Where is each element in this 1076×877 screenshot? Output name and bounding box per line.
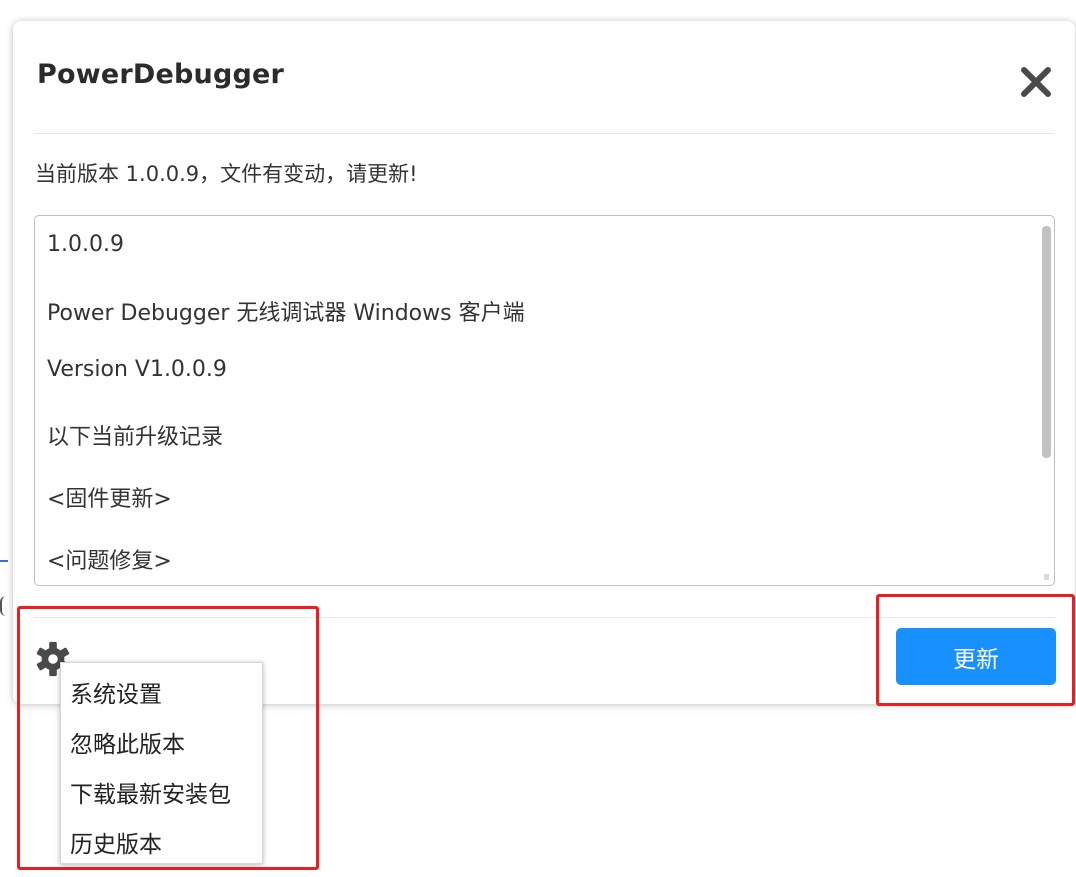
version-status-text: 当前版本 1.0.0.9，文件有变动，请更新! — [35, 162, 418, 186]
release-note-line: <问题修复> — [47, 549, 172, 574]
release-notes-box[interactable]: 1.0.0.9 Power Debugger 无线调试器 Windows 客户端… — [34, 215, 1055, 586]
menu-item-version-history[interactable]: 历史版本 — [70, 825, 162, 859]
update-dialog: PowerDebugger 当前版本 1.0.0.9，文件有变动，请更新! 1.… — [13, 21, 1075, 704]
background-link-fragment — [0, 540, 8, 562]
notes-scrollbar[interactable] — [1042, 226, 1051, 458]
release-note-line: 以下当前升级记录 — [47, 425, 224, 450]
release-note-line: Version V1.0.0.9 — [47, 357, 227, 382]
screenshot-stage: PowerDebugger 当前版本 1.0.0.9，文件有变动，请更新! 1.… — [0, 0, 1076, 877]
update-button[interactable]: 更新 — [896, 628, 1056, 685]
background-element-fragment — [0, 596, 8, 616]
close-icon[interactable] — [1019, 65, 1053, 99]
menu-item-ignore-version[interactable]: 忽略此版本 — [70, 725, 185, 759]
scrollbar-track-end — [1044, 574, 1049, 580]
title-divider — [33, 133, 1055, 134]
settings-dropdown-menu: 系统设置 忽略此版本 下载最新安装包 历史版本 — [60, 662, 263, 864]
footer-divider — [33, 617, 1055, 618]
release-note-line: 1.0.0.9 — [47, 232, 124, 257]
dialog-title: PowerDebugger — [37, 59, 285, 90]
release-note-line: Power Debugger 无线调试器 Windows 客户端 — [47, 301, 525, 326]
menu-item-download-latest[interactable]: 下载最新安装包 — [70, 775, 231, 809]
release-note-line: <固件更新> — [47, 487, 172, 512]
menu-item-system-settings[interactable]: 系统设置 — [70, 675, 162, 709]
